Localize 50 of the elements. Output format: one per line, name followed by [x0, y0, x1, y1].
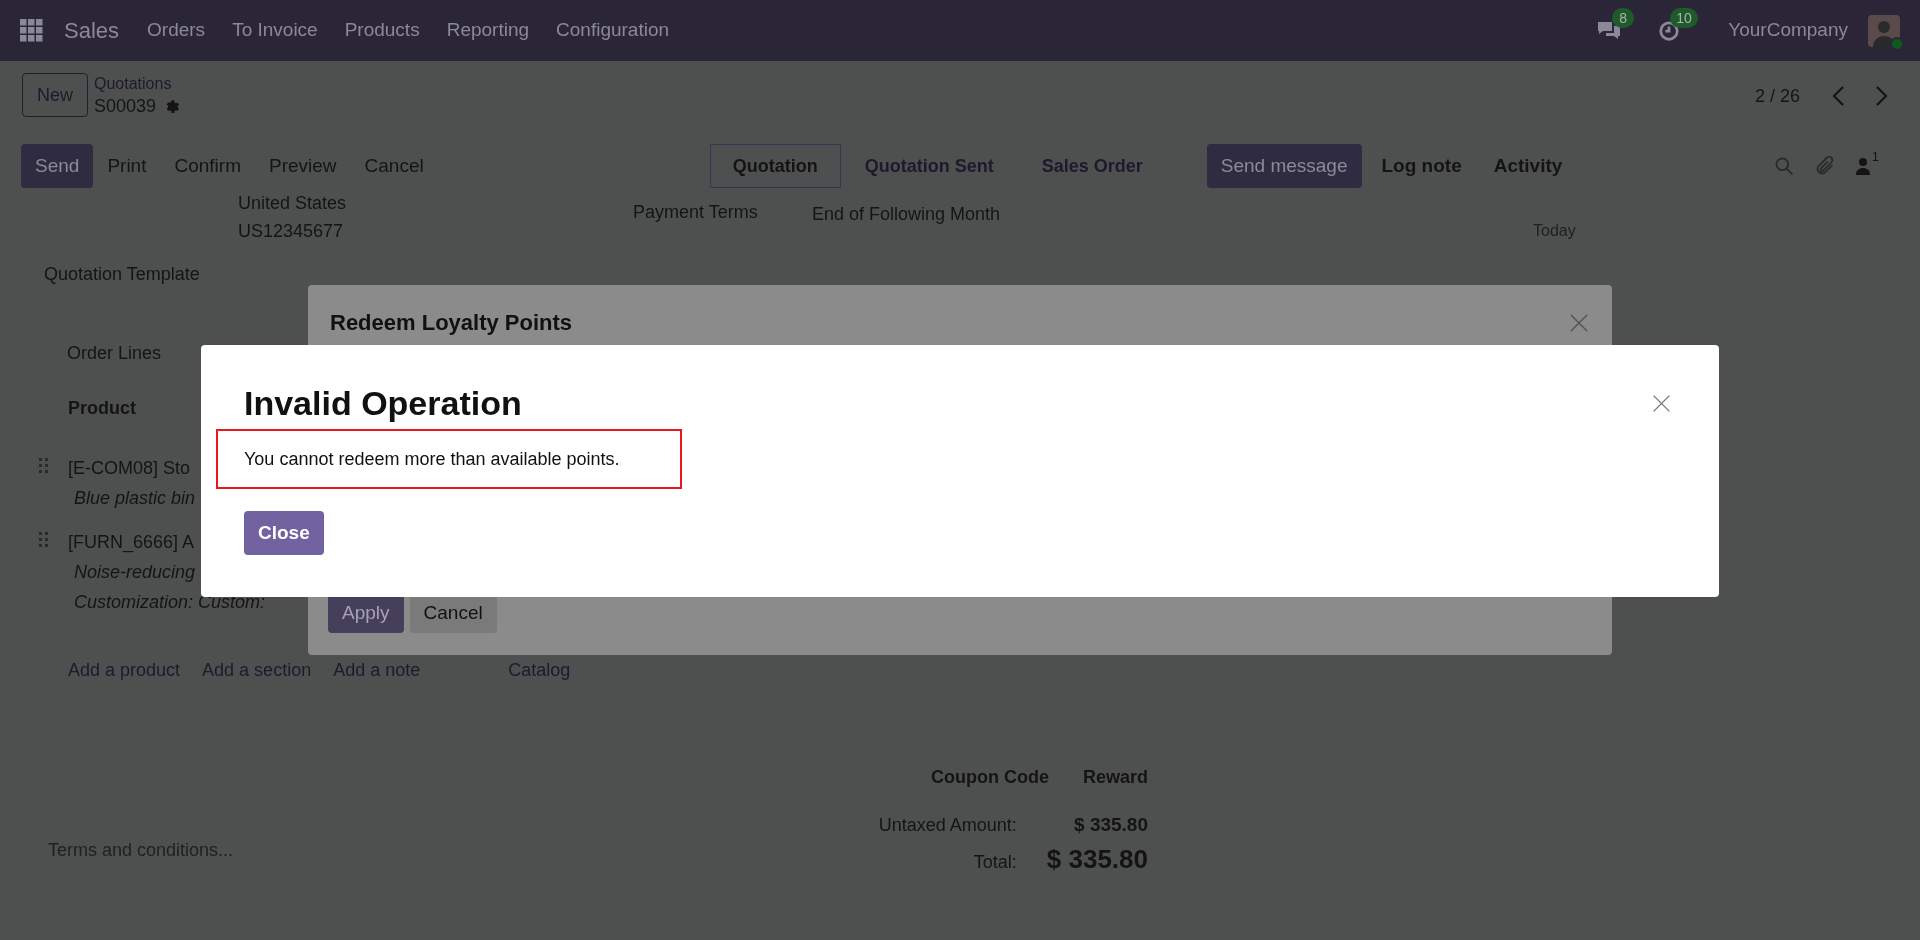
product-description: Blue plastic bin [74, 487, 196, 510]
field-label: Payment Terms [633, 201, 759, 224]
close-icon[interactable] [1568, 311, 1590, 334]
gear-icon[interactable] [164, 98, 181, 114]
total-value: $ 335.80 [1073, 813, 1148, 837]
chatter-button[interactable]: Log note [1367, 144, 1476, 188]
action-button[interactable]: Cancel [350, 144, 438, 188]
user-avatar-icon[interactable] [1868, 14, 1900, 47]
address-line: US12345677 [238, 220, 344, 243]
status-step[interactable]: Quotation [709, 144, 841, 188]
total-label: Untaxed Amount: [878, 814, 1017, 837]
address-line: United States [238, 192, 347, 215]
menu-item[interactable]: Reporting [446, 16, 530, 45]
activity-count-badge: 10 [1670, 7, 1698, 28]
field-label: Quotation Template [44, 263, 200, 286]
pager-text: 2 / 26 [1754, 85, 1800, 108]
menu-item[interactable]: To Invoice [232, 16, 318, 45]
dialog-title: Invalid Operation [244, 383, 523, 423]
total-label: Total: [972, 850, 1017, 874]
app-title[interactable]: Sales [64, 14, 120, 47]
total-value: $ 335.80 [1046, 842, 1148, 876]
product-description: Noise-reducing [74, 561, 197, 584]
action-button[interactable]: Confirm [160, 144, 255, 188]
drag-handle-icon[interactable] [39, 458, 49, 475]
column-header: Product [68, 397, 136, 420]
coupon-button[interactable]: Reward [1082, 764, 1148, 791]
close-icon[interactable] [1651, 393, 1672, 414]
chatter-button[interactable]: Activity [1479, 144, 1577, 188]
notebook-tab[interactable]: Order Lines [67, 340, 162, 367]
action-button[interactable]: Preview [254, 144, 351, 188]
menu-item[interactable]: Products [344, 16, 420, 45]
follower-icon[interactable] [1855, 157, 1870, 175]
company-name[interactable]: YourCompany [1728, 16, 1848, 45]
message-count-badge: 8 [1612, 7, 1635, 28]
record-title: S00039 [94, 95, 157, 118]
product-name[interactable]: [E-COM08] Sto [68, 453, 196, 483]
error-message: You cannot redeem more than available points. [244, 447, 620, 471]
menu-item[interactable]: Orders [147, 16, 206, 45]
coupon-button[interactable]: Coupon Code [931, 764, 1049, 791]
menu-item[interactable]: Configuration [556, 16, 670, 45]
follower-count: 1 [1871, 148, 1879, 166]
field-value[interactable]: End of Following Month [812, 201, 1001, 245]
app-grid-icon[interactable] [20, 18, 44, 43]
dialog-title: Redeem Loyalty Points [330, 309, 574, 337]
search-icon[interactable] [1773, 156, 1794, 176]
drag-handle-icon[interactable] [39, 532, 49, 549]
action-button[interactable]: Send [21, 144, 94, 188]
close-button[interactable]: Close [244, 511, 324, 555]
chatter-button[interactable]: Send message [1206, 144, 1362, 188]
action-button[interactable]: Print [93, 144, 161, 188]
